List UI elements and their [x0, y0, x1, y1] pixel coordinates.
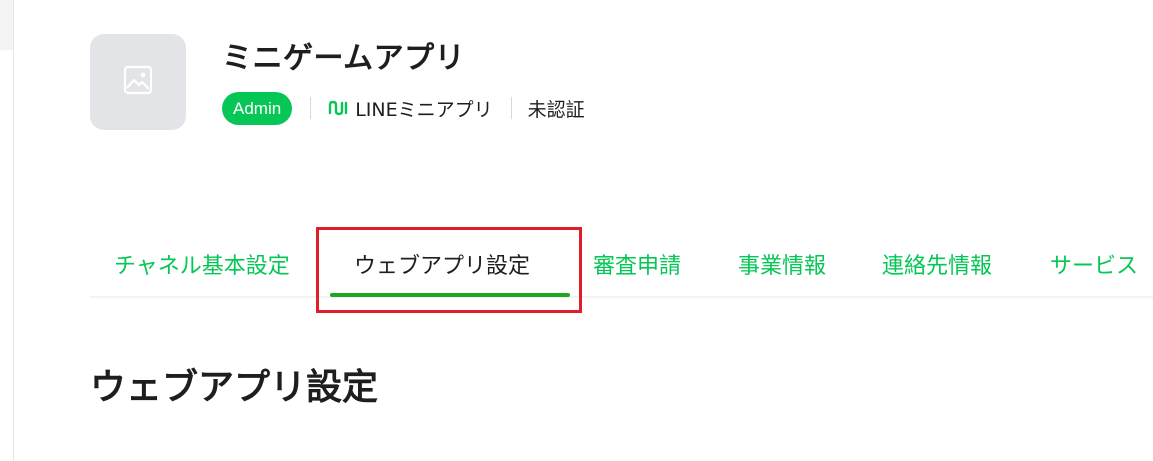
sidebar-shade	[0, 0, 13, 50]
tab-contact-info[interactable]: 連絡先情報	[882, 248, 992, 280]
tab-business-info[interactable]: 事業情報	[738, 248, 826, 280]
image-placeholder-icon	[123, 65, 153, 99]
channel-type: LINEミニアプリ	[327, 95, 493, 122]
tab-channel-basic-settings[interactable]: チャネル基本設定	[114, 248, 290, 280]
tab-web-app-settings[interactable]: ウェブアプリ設定	[354, 248, 530, 280]
meta-divider	[310, 97, 312, 119]
tab-service[interactable]: サービス	[1050, 248, 1138, 280]
channel-page: ミニゲームアプリ Admin LINEミニアプリ 未認証 チャネル基本設定 ウェ…	[0, 0, 1153, 461]
tab-review-request[interactable]: 審査申請	[593, 248, 681, 280]
channel-name: ミニゲームアプリ	[222, 41, 466, 76]
channel-tabs: チャネル基本設定 ウェブアプリ設定 審査申請 事業情報 連絡先情報 サービス	[90, 236, 1153, 298]
line-mini-app-icon	[327, 100, 349, 116]
section-title: ウェブアプリ設定	[90, 367, 379, 408]
verification-status: 未認証	[527, 98, 585, 121]
channel-meta: Admin LINEミニアプリ 未認証	[222, 91, 585, 125]
role-badge: Admin	[222, 91, 293, 125]
left-sidebar-edge	[0, 0, 14, 461]
channel-thumbnail[interactable]	[90, 34, 186, 130]
meta-divider	[510, 97, 512, 119]
active-tab-indicator	[330, 293, 570, 297]
channel-type-label: LINEミニアプリ	[355, 98, 493, 121]
